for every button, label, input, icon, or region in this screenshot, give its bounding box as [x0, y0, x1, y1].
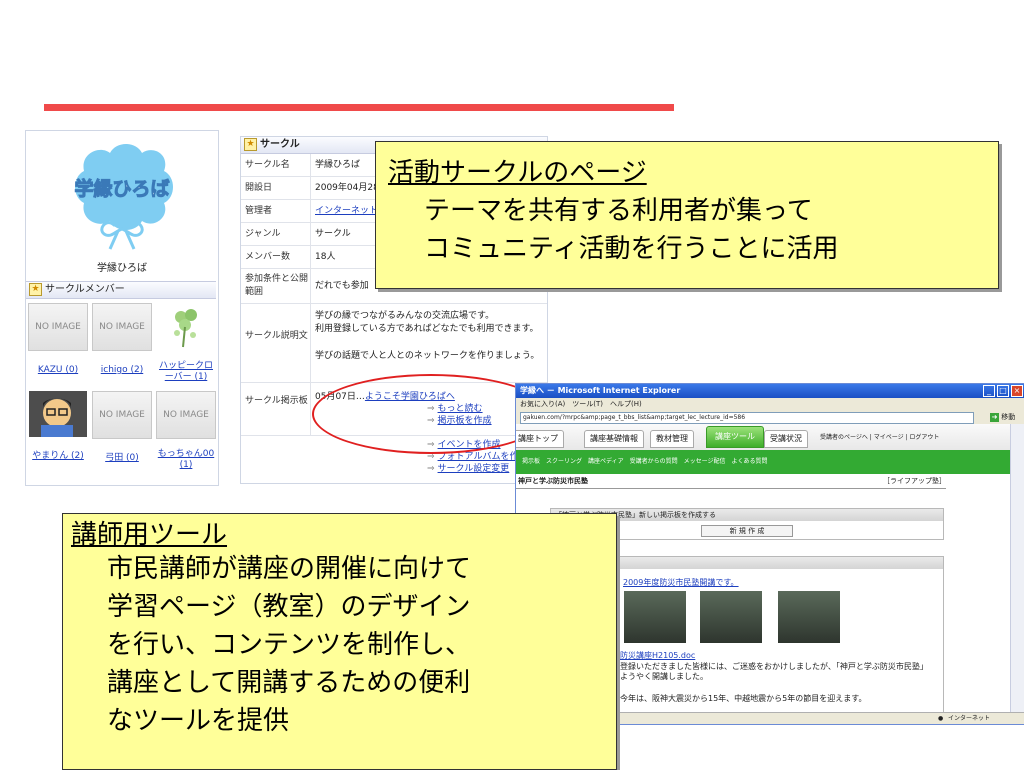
post-box-header: [613, 557, 943, 569]
create-album-link[interactable]: フォトアルバムを作成: [438, 452, 528, 462]
globe-icon: ●: [938, 715, 944, 722]
attachment-link[interactable]: 防災講座H2105.doc: [620, 650, 695, 661]
lecture-tabs: 講座トップ 講座基礎情報 教材管理 講座ツール 受講状況 受講者のページへ | …: [516, 424, 1010, 451]
info-label: 参加条件と公開範囲: [241, 269, 311, 303]
tab-lecture-tools[interactable]: 講座ツール: [706, 426, 764, 448]
member-card[interactable]: ハッピークローバー (1): [156, 303, 216, 383]
callout-circle-page: 活動サークルのページ テーマを共有する利用者が集って コミュニティ活動を行うこと…: [375, 141, 999, 289]
member-name-link[interactable]: やまりん (2): [28, 451, 88, 462]
circle-settings-link[interactable]: サークル設定変更: [438, 464, 510, 474]
info-label: ジャンル: [241, 223, 311, 245]
post-body: 登録いただきました皆様には、ご迷惑をおかけしましたが、「神戸と学ぶ防災市民塾」 …: [620, 662, 928, 703]
title-underline: [44, 104, 674, 111]
member-name-link[interactable]: 弓田 (0): [92, 453, 152, 464]
callout-title: 講師用ツール: [71, 520, 228, 550]
info-label: メンバー数: [241, 246, 311, 268]
event-photo[interactable]: [778, 591, 840, 643]
info-label: 開設日: [241, 177, 311, 199]
member-name-link[interactable]: もっちゃん00 (1): [156, 449, 216, 471]
callout-body: テーマを共有する利用者が集って コミュニティ活動を行うことに活用: [424, 196, 839, 264]
tab-attendance[interactable]: 受講状況: [764, 430, 808, 448]
member-name-link[interactable]: ハッピークローバー (1): [156, 361, 216, 383]
member-avatar[interactable]: NO IMAGE: [156, 391, 216, 439]
star-icon: ★: [244, 137, 257, 151]
member-avatar[interactable]: NO IMAGE: [92, 391, 152, 439]
callout-teacher-tools: 講師用ツール 市民講師が講座の開催に向けて 学習ページ（教室）のデザイン を行い…: [62, 513, 617, 770]
tab-lecture-top[interactable]: 講座トップ: [516, 430, 564, 448]
circle-description: 学びの縁でつながるみんなの交流広場です。 利用登録している方であればどなたでも利…: [315, 311, 540, 361]
callout-title: 活動サークルのページ: [388, 158, 647, 188]
avatar[interactable]: [29, 391, 87, 437]
info-label: サークル説明文: [241, 304, 311, 382]
svg-text:学縁ひろば: 学縁ひろば: [74, 177, 169, 200]
circle-name: 学縁ひろば: [97, 263, 147, 274]
member-name-link[interactable]: ichigo (2): [92, 365, 152, 376]
go-button[interactable]: ➜ 移動: [990, 412, 1015, 422]
member-card[interactable]: NO IMAGE 弓田 (0): [92, 391, 152, 464]
member-card[interactable]: NO IMAGE もっちゃん00 (1): [156, 391, 216, 471]
event-photo[interactable]: [624, 591, 686, 643]
circle-profile-panel: 学縁ひろば 学縁ひろば ★ サークルメンバー NO IMAGE KAZU (0) …: [25, 130, 219, 486]
ie-address-bar: gakuen.com/?mrpc&amp;page_t_bbs_list&amp…: [516, 410, 1024, 425]
tab-lecture-info[interactable]: 講座基礎情報: [584, 430, 644, 448]
info-label: サークル掲示板: [241, 383, 311, 435]
ie-title-bar: 学縁へ － Microsoft Internet Explorer: [516, 384, 1024, 398]
ie-menu-bar[interactable]: お気に入り(A) ツール(T) ヘルプ(H): [516, 398, 1024, 410]
maximize-icon[interactable]: □: [997, 385, 1009, 397]
member-card[interactable]: NO IMAGE KAZU (0): [28, 303, 88, 376]
post-title-link[interactable]: 2009年度防災市民塾開講です。: [623, 577, 739, 588]
callout-body: 市民講師が講座の開催に向けて 学習ページ（教室）のデザイン を行い、コンテンツを…: [107, 554, 472, 736]
tab-materials[interactable]: 教材管理: [650, 430, 694, 448]
close-icon[interactable]: ×: [1011, 385, 1023, 397]
new-create-button[interactable]: 新 規 作 成: [701, 525, 793, 537]
member-card[interactable]: やまりん (2): [28, 391, 88, 462]
minimize-icon[interactable]: _: [983, 385, 995, 397]
header-links[interactable]: 受講者のページへ | マイページ | ログアウト: [820, 432, 939, 441]
info-row: サークル説明文 学びの縁でつながるみんなの交流広場です。 利用登録している方であ…: [241, 304, 547, 383]
clover-avatar[interactable]: [157, 303, 215, 351]
member-avatar[interactable]: NO IMAGE: [28, 303, 88, 351]
lecture-section-header: 神戸と学ぶ防災市民塾 ［ライフアップ塾］: [516, 476, 946, 489]
member-avatar[interactable]: NO IMAGE: [92, 303, 152, 351]
member-card[interactable]: NO IMAGE ichigo (2): [92, 303, 152, 376]
address-input[interactable]: gakuen.com/?mrpc&amp;page_t_bbs_list&amp…: [520, 412, 974, 424]
tool-subnav[interactable]: 掲示板 スクーリング 講座ペディア 受講者からの質問 メッセージ配信 よくある質…: [516, 450, 1010, 474]
event-photo[interactable]: [700, 591, 762, 643]
info-label: 管理者: [241, 200, 311, 222]
ie-scrollbar[interactable]: [1010, 424, 1024, 714]
go-arrow-icon: ➜: [990, 413, 999, 422]
members-header: ★ サークルメンバー: [26, 281, 216, 299]
circle-logo: 学縁ひろば: [66, 139, 178, 259]
info-label: サークル名: [241, 154, 311, 176]
member-name-link[interactable]: KAZU (0): [28, 365, 88, 376]
star-icon: ★: [29, 282, 42, 296]
